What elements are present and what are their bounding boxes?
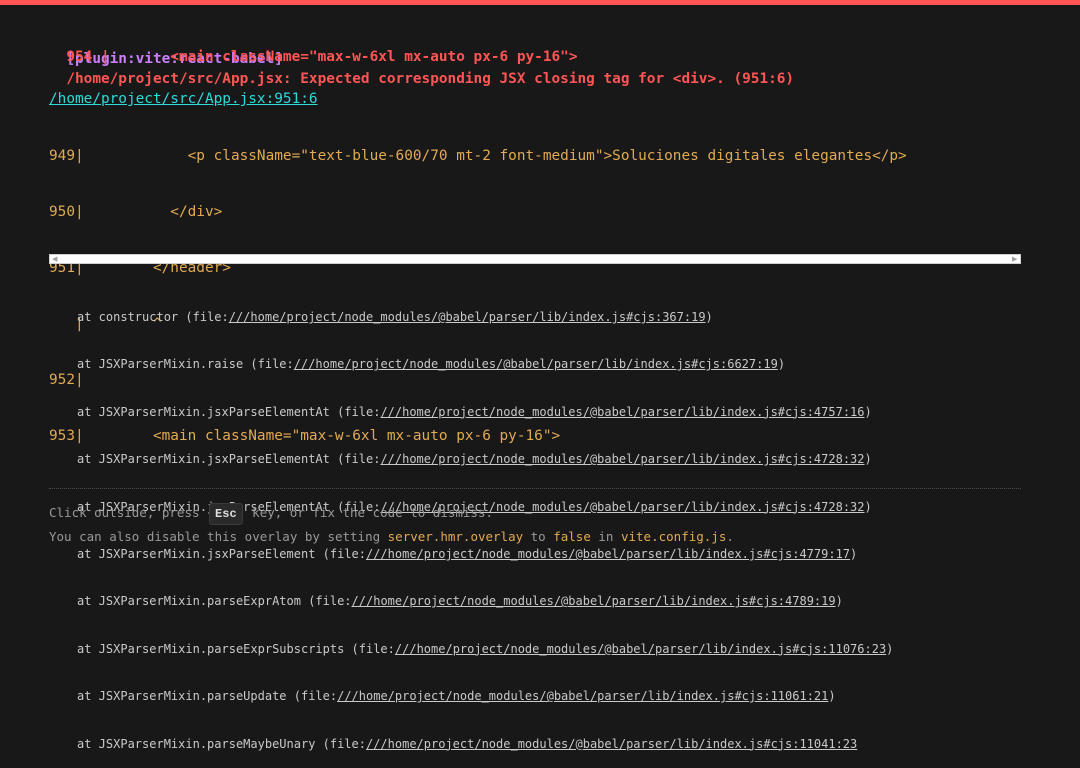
scroll-right-arrow-icon[interactable]: ▶ — [1012, 256, 1018, 263]
code-frame-line: 950| </div> — [49, 204, 223, 220]
stack-trace-line: at JSXParserMixin.parseExprAtom (file://… — [77, 594, 843, 609]
dismiss-tip: Click outside, press Esc key, or fix the… — [49, 501, 493, 525]
config-key: server.hmr.overlay — [387, 529, 524, 544]
stack-trace-line: at JSXParserMixin.jsxParseElementAt (fil… — [77, 452, 872, 467]
disable-overlay-tip: You can also disable this overlay by set… — [49, 529, 734, 544]
tip-divider — [49, 488, 1021, 489]
stack-trace-line: at JSXParserMixin.raise (file:///home/pr… — [77, 357, 786, 372]
stack-trace-line: at constructor (file:///home/project/nod… — [77, 310, 713, 324]
stack-trace-line: at JSXParserMixin.parseExprSubscripts (f… — [77, 641, 894, 656]
horizontal-scrollbar[interactable]: ◀ ▶ — [49, 254, 1021, 264]
file-location-link[interactable]: /home/project/src/App.jsx:951:6 — [49, 89, 318, 109]
false-value: false — [553, 529, 591, 544]
stack-trace-line: at JSXParserMixin.parseMaybeUnary (file:… — [77, 736, 858, 751]
code-frame-line: 949| <p className="text-blue-600/70 mt-2… — [49, 148, 907, 164]
error-message-text: /home/project/src/App.jsx: Expected corr… — [66, 71, 795, 87]
esc-key-badge: Esc — [209, 503, 243, 525]
scroll-left-arrow-icon[interactable]: ◀ — [52, 256, 58, 263]
stack-trace-line: at JSXParserMixin.parseUpdate (file:///h… — [77, 689, 836, 704]
stack-trace-line: at JSXParserMixin.jsxParseElementAt (fil… — [77, 404, 872, 419]
error-message-code-line: 954 | <main className="max-w-6xl mx-auto… — [49, 49, 578, 65]
config-file-name: vite.config.js — [620, 529, 727, 544]
